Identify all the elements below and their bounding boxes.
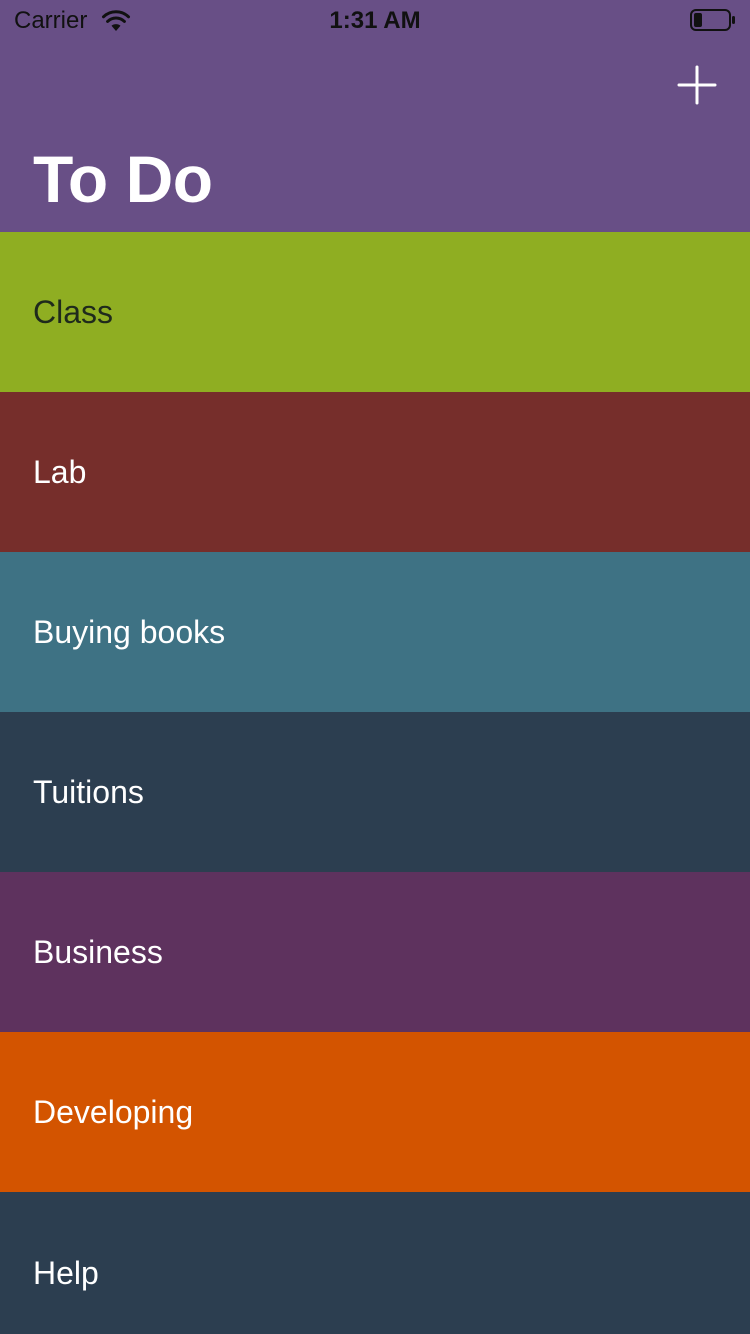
status-time: 1:31 AM — [329, 7, 421, 34]
navigation-header: Carrier 1:31 AM To Do — [0, 0, 750, 232]
list-item-label: Tuitions — [33, 774, 144, 810]
battery-icon — [690, 9, 735, 31]
list-item[interactable]: Help — [0, 1192, 750, 1334]
list-item[interactable]: Business — [0, 872, 750, 1032]
list-item-label: Lab — [33, 454, 87, 490]
list-item[interactable]: Developing — [0, 1032, 750, 1192]
screen: Carrier 1:31 AM To Do Class Lab Buying b… — [0, 0, 750, 1334]
list-item-label: Buying books — [33, 614, 226, 650]
add-button[interactable] — [674, 62, 720, 108]
list-item[interactable]: Tuitions — [0, 712, 750, 872]
category-list: Class Lab Buying books Tuitions Business… — [0, 232, 750, 1334]
list-item-label: Business — [33, 934, 163, 970]
plus-icon — [677, 65, 717, 105]
list-item[interactable]: Lab — [0, 392, 750, 552]
page-title: To Do — [33, 142, 213, 216]
list-item-label: Help — [33, 1255, 99, 1291]
status-bar: Carrier 1:31 AM — [0, 0, 750, 40]
list-item[interactable]: Class — [0, 232, 750, 392]
list-item-label: Developing — [33, 1094, 194, 1130]
list-item-label: Class — [33, 294, 114, 330]
list-item[interactable]: Buying books — [0, 552, 750, 712]
